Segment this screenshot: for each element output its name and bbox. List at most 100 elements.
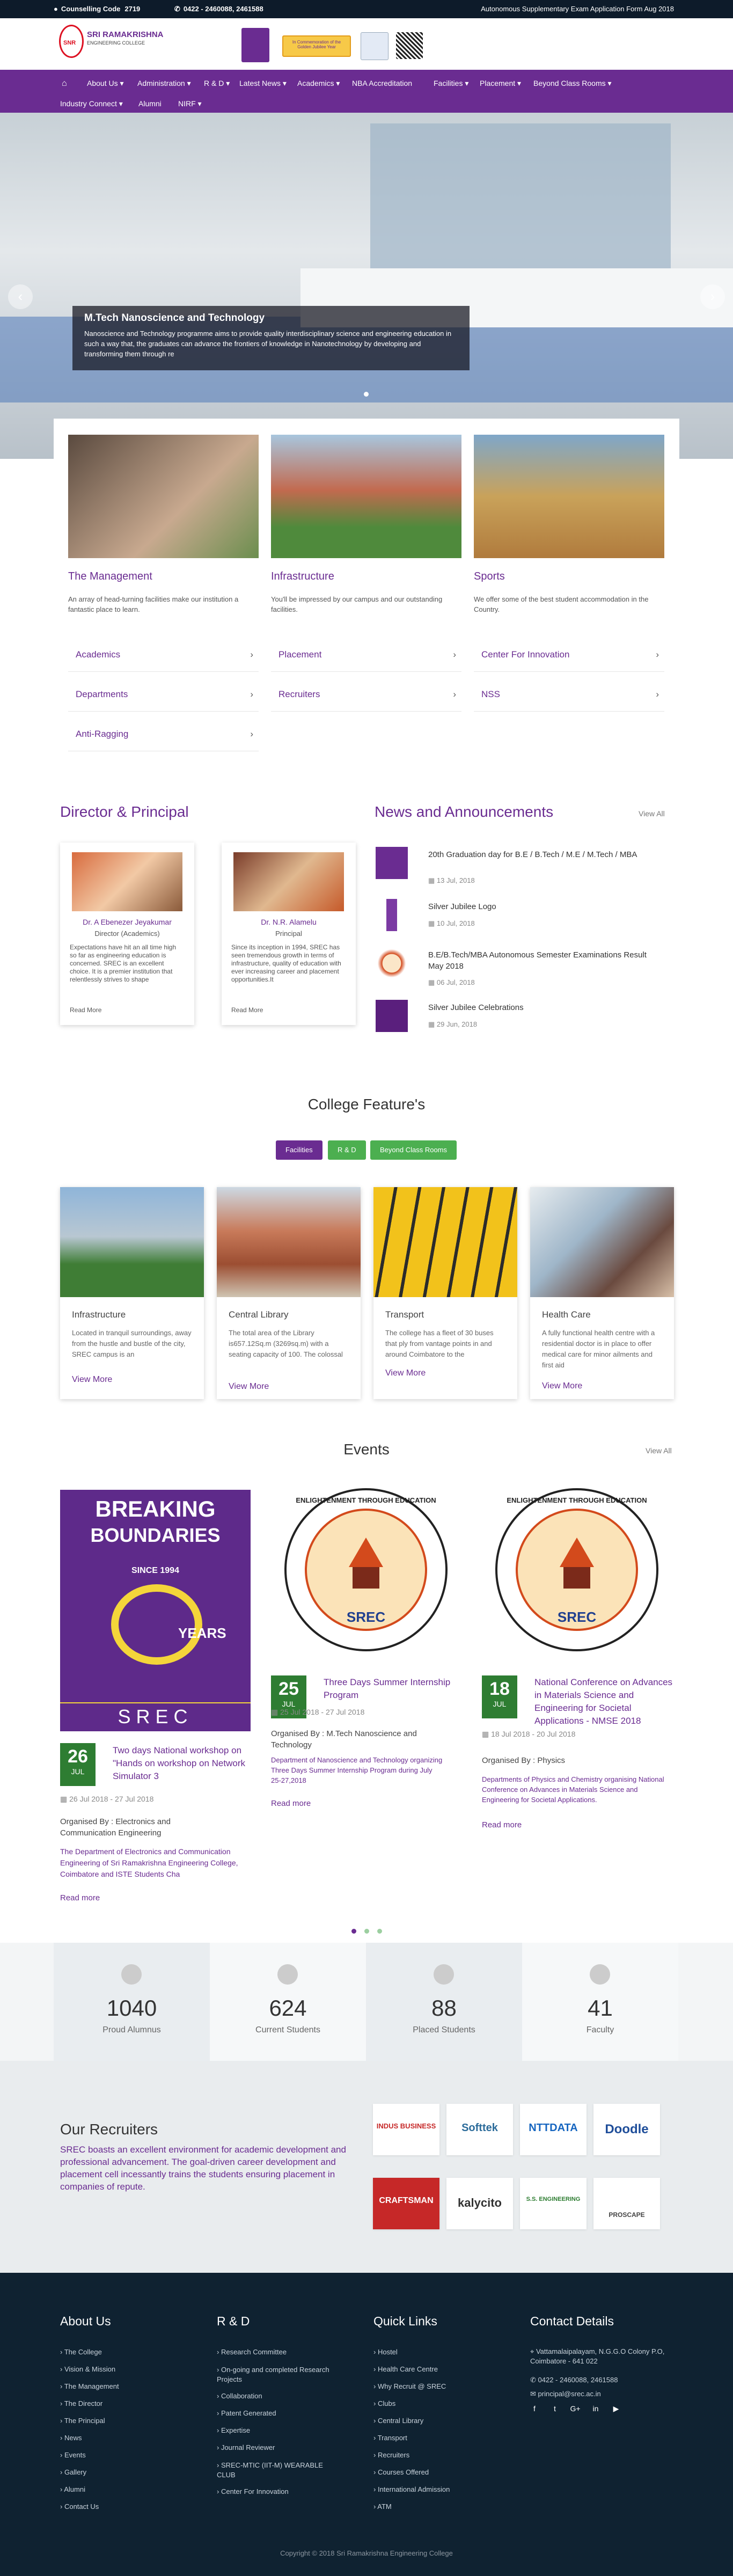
footer-link[interactable]: › Health Care Centre xyxy=(373,2365,438,2373)
news-title[interactable]: Silver Jubilee Celebrations xyxy=(428,1002,654,1013)
link-recruiters[interactable]: Recruiters › xyxy=(271,677,461,712)
feature-view-more[interactable]: View More xyxy=(385,1368,426,1378)
footer-link[interactable]: › Journal Reviewer xyxy=(217,2443,275,2451)
feature-view-more[interactable]: View More xyxy=(72,1375,112,1385)
events-carousel-dot[interactable] xyxy=(364,1929,369,1934)
footer-link[interactable]: › Collaboration xyxy=(217,2392,262,2400)
nav-industry-connect[interactable]: Industry Connect ▾ xyxy=(60,99,123,108)
facebook-icon[interactable]: f xyxy=(527,2404,542,2419)
slider-next-arrow[interactable]: › xyxy=(700,284,725,309)
footer-link[interactable]: › The Principal xyxy=(60,2417,105,2425)
youtube-icon[interactable]: ▶ xyxy=(609,2404,624,2419)
event-title[interactable]: Three Days Summer Internship Program xyxy=(324,1676,460,1702)
nav-facilities[interactable]: Facilities ▾ xyxy=(434,79,468,88)
link-departments[interactable]: Departments › xyxy=(68,677,259,712)
event-read-more[interactable]: Read more xyxy=(482,1820,522,1829)
footer-link[interactable]: › News xyxy=(60,2434,82,2442)
link-nss[interactable]: NSS › xyxy=(474,677,664,712)
footer-link[interactable]: › The College xyxy=(60,2348,102,2356)
footer-link[interactable]: › Courses Offered xyxy=(373,2468,429,2476)
nav-latest-news[interactable]: Latest News ▾ xyxy=(239,79,287,88)
event-read-more[interactable]: Read more xyxy=(271,1799,311,1808)
footer-link[interactable]: › SREC-MTIC (IIT-M) WEARABLE CLUB xyxy=(217,2461,335,2480)
nav-nba[interactable]: NBA Accreditation xyxy=(352,79,412,87)
link-academics[interactable]: Academics › xyxy=(68,638,259,672)
footer-link[interactable]: › Recruiters xyxy=(373,2451,409,2459)
events-carousel-dot[interactable] xyxy=(377,1929,382,1934)
nav-nirf[interactable]: NIRF ▾ xyxy=(178,99,202,108)
recruiter-logo[interactable]: S.S. ENGINEERING xyxy=(520,2178,587,2229)
google-plus-icon[interactable]: G+ xyxy=(568,2404,583,2419)
news-view-all[interactable]: View All xyxy=(639,809,665,818)
news-title[interactable]: Silver Jubilee Logo xyxy=(428,901,654,912)
footer-link[interactable]: › Why Recruit @ SREC xyxy=(373,2382,446,2390)
news-item[interactable]: Silver Jubilee Logo ▦ 10 Jul, 2018 xyxy=(376,899,676,953)
feature-view-more[interactable]: View More xyxy=(542,1381,582,1391)
feature-view-more[interactable]: View More xyxy=(229,1382,269,1392)
event-title[interactable]: Two days National workshop on "Hands on … xyxy=(113,1744,250,1783)
nav-placement[interactable]: Placement ▾ xyxy=(480,79,521,88)
principal-read-more[interactable]: Read More xyxy=(231,1006,263,1014)
sports-photo[interactable] xyxy=(474,435,664,558)
event-title[interactable]: National Conference on Advances in Mater… xyxy=(534,1676,673,1728)
footer-link[interactable]: › International Admission xyxy=(373,2485,450,2493)
feature-card[interactable]: Health Care A fully functional health ce… xyxy=(530,1187,674,1399)
twitter-icon[interactable]: t xyxy=(547,2404,562,2419)
notice-link[interactable]: Autonomous Supplementary Exam Applicatio… xyxy=(481,5,674,13)
recruiter-logo[interactable]: Softtek xyxy=(446,2104,513,2155)
news-item[interactable]: 20th Graduation day for B.E / B.Tech / M… xyxy=(376,847,676,901)
footer-link[interactable]: › Center For Innovation xyxy=(217,2487,289,2496)
footer-link[interactable]: › Transport xyxy=(373,2434,407,2442)
footer-link[interactable]: › Alumni xyxy=(60,2485,85,2493)
director-card[interactable]: Dr. A Ebenezer Jeyakumar Director (Acade… xyxy=(60,843,194,1025)
card-title[interactable]: The Management xyxy=(68,570,152,583)
home-icon[interactable]: ⌂ xyxy=(62,79,67,89)
footer-email[interactable]: ✉ principal@srec.ac.in xyxy=(530,2390,601,2398)
recruiter-logo[interactable]: INDUS BUSINESS xyxy=(373,2104,439,2155)
events-view-all[interactable]: View All xyxy=(646,1446,672,1455)
recruiter-logo[interactable]: kalycito xyxy=(446,2178,513,2229)
feature-card[interactable]: Transport The college has a fleet of 30 … xyxy=(373,1187,517,1399)
events-carousel-dot[interactable] xyxy=(351,1929,356,1934)
footer-link[interactable]: › ATM xyxy=(373,2502,392,2511)
footer-link[interactable]: › Gallery xyxy=(60,2468,86,2476)
recruiter-logo[interactable]: CRAFTSMAN xyxy=(373,2178,439,2229)
link-anti-ragging[interactable]: Anti-Ragging › xyxy=(68,717,259,751)
event-card[interactable]: SREC ENLIGHTENMENT THROUGH EDUCATION 25 J… xyxy=(271,1487,461,1809)
recruiter-logo[interactable]: Doodle xyxy=(593,2104,660,2155)
footer-link[interactable]: › Events xyxy=(60,2451,86,2459)
footer-link[interactable]: › The Director xyxy=(60,2399,102,2407)
news-item[interactable]: Silver Jubilee Celebrations ▦ 29 Jun, 20… xyxy=(376,1000,676,1053)
principal-card[interactable]: Dr. N.R. Alamelu Principal Since its inc… xyxy=(222,843,356,1025)
slider-dot[interactable] xyxy=(364,392,369,397)
footer-link[interactable]: › Contact Us xyxy=(60,2502,99,2511)
nav-administration[interactable]: Administration ▾ xyxy=(137,79,191,88)
tab-facilities[interactable]: Facilities xyxy=(276,1140,322,1160)
nav-alumni[interactable]: Alumni xyxy=(138,99,162,108)
footer-link[interactable]: › Patent Generated xyxy=(217,2409,276,2417)
recruiter-logo[interactable]: PROSCAPE xyxy=(593,2178,660,2229)
nav-beyond-class-rooms[interactable]: Beyond Class Rooms ▾ xyxy=(533,79,612,88)
footer-link[interactable]: › Vision & Mission xyxy=(60,2365,115,2373)
college-name[interactable]: SRI RAMAKRISHNA ENGINEERING COLLEGE xyxy=(87,30,164,46)
footer-link[interactable]: › Central Library xyxy=(373,2417,423,2425)
footer-link[interactable]: › Clubs xyxy=(373,2399,395,2407)
card-title[interactable]: Infrastructure xyxy=(271,570,334,583)
director-read-more[interactable]: Read More xyxy=(70,1006,101,1014)
footer-link[interactable]: › Hostel xyxy=(373,2348,398,2356)
event-card[interactable]: BREAKING BOUNDARIES SINCE 1994 YEARS SRE… xyxy=(60,1490,251,1908)
management-photo[interactable] xyxy=(68,435,259,558)
card-title[interactable]: Sports xyxy=(474,570,505,583)
footer-phone[interactable]: ✆ 0422 - 2460088, 2461588 xyxy=(530,2376,618,2384)
news-title[interactable]: 20th Graduation day for B.E / B.Tech / M… xyxy=(428,849,654,860)
linkedin-icon[interactable]: in xyxy=(588,2404,603,2419)
tab-rd[interactable]: R & D xyxy=(328,1140,366,1160)
infrastructure-photo[interactable] xyxy=(271,435,461,558)
tab-beyond-class-rooms[interactable]: Beyond Class Rooms xyxy=(370,1140,457,1160)
footer-link[interactable]: › Research Committee xyxy=(217,2348,287,2356)
feature-card[interactable]: Infrastructure Located in tranquil surro… xyxy=(60,1187,204,1399)
link-placement[interactable]: Placement › xyxy=(271,638,461,672)
footer-link[interactable]: › The Management xyxy=(60,2382,119,2390)
feature-card[interactable]: Central Library The total area of the Li… xyxy=(217,1187,361,1399)
slider-prev-arrow[interactable]: ‹ xyxy=(8,284,33,309)
